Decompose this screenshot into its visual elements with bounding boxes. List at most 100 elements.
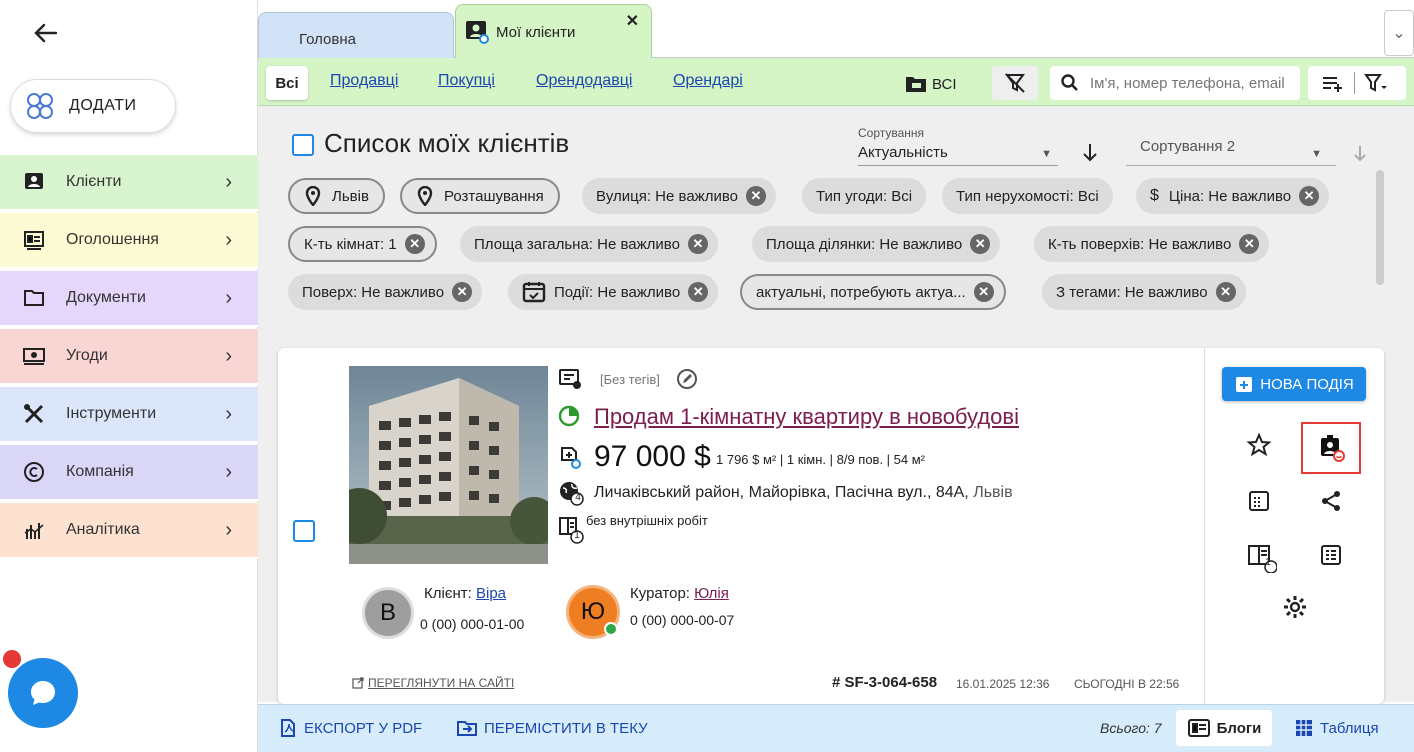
filter-chip[interactable]: Тип угоди: Всі: [802, 178, 927, 214]
chip-remove-icon[interactable]: ✕: [404, 234, 425, 254]
search-input[interactable]: Ім'я, номер телефона, email: [1050, 66, 1300, 100]
chip-remove-icon[interactable]: ✕: [970, 234, 991, 254]
filter-chip[interactable]: Поверх: Не важливо ✕: [288, 274, 483, 310]
sort2-direction-icon[interactable]: [1352, 144, 1368, 164]
globe-badge: 4: [575, 492, 581, 503]
view-blogs-button[interactable]: Блоги: [1176, 710, 1272, 746]
filter-tenants[interactable]: Орендарі: [673, 72, 743, 90]
client-card-button[interactable]: [1301, 422, 1361, 474]
filter-chip[interactable]: Вулиця: Не важливо ✕: [582, 178, 776, 214]
filter-chip-label: Площа загальна: Не важливо: [474, 235, 680, 253]
filter-chip[interactable]: актуальні, потребують актуа... ✕: [740, 274, 1006, 310]
filter-chip[interactable]: Площа загальна: Не важливо ✕: [460, 226, 718, 262]
filter-all[interactable]: Всі: [266, 66, 308, 100]
details-list-icon[interactable]: [1316, 540, 1346, 570]
chip-remove-icon[interactable]: ✕: [687, 234, 708, 254]
listing-photo[interactable]: [349, 366, 548, 564]
client-name-link[interactable]: Віра: [476, 585, 506, 602]
chevron-right-icon: ›: [225, 460, 232, 483]
client-label: Клієнт:: [424, 585, 472, 602]
listing-checkbox[interactable]: [293, 520, 315, 542]
view-blogs-label: Блоги: [1216, 719, 1262, 737]
sidebar-item-label: Угоди: [66, 347, 108, 364]
chip-remove-icon[interactable]: ✕: [1215, 282, 1236, 302]
filter-chip[interactable]: К-ть кімнат: 1 ✕: [288, 226, 437, 262]
chip-remove-icon[interactable]: ✕: [1299, 186, 1320, 206]
back-arrow-icon[interactable]: [30, 18, 60, 48]
location-pin-icon: [417, 186, 433, 206]
chip-remove-icon[interactable]: ✕: [452, 282, 473, 302]
filter-dropdown-icon[interactable]: [1361, 68, 1391, 98]
filter-chip[interactable]: $ Ціна: Не важливо ✕: [1136, 178, 1330, 214]
sort-select[interactable]: Сортування Актуальність ▼: [858, 126, 1058, 166]
filter-chip[interactable]: Події: Не важливо ✕: [508, 274, 719, 310]
filter-chip[interactable]: Площа ділянки: Не важливо ✕: [752, 226, 1001, 262]
export-pdf-button[interactable]: ЕКСПОРТ У PDF: [278, 704, 422, 752]
filter-chip-label: Поверх: Не важливо: [302, 283, 445, 301]
chip-remove-icon[interactable]: ✕: [973, 282, 994, 302]
sidebar-item-3[interactable]: Документи ›: [0, 271, 258, 327]
calculator-icon[interactable]: [1244, 486, 1274, 516]
add-button[interactable]: ДОДАТИ: [10, 79, 176, 133]
chip-remove-icon[interactable]: ✕: [1239, 234, 1260, 254]
filter-buyers[interactable]: Покупці: [438, 72, 495, 90]
client-avatar[interactable]: В: [362, 587, 414, 639]
favorite-star-icon[interactable]: [1244, 430, 1274, 460]
sort-label: Сортування: [858, 126, 925, 140]
filter-chip-label: К-ть кімнат: 1: [304, 235, 397, 253]
tab-clients[interactable]: Мої клієнти ✕: [455, 4, 652, 59]
sort-direction-icon[interactable]: [1080, 142, 1100, 164]
settings-gear-icon[interactable]: [1280, 592, 1310, 622]
chat-button[interactable]: [8, 658, 78, 728]
clear-filter-button[interactable]: [992, 66, 1038, 100]
filter-chip[interactable]: З тегами: Не важливо ✕: [1042, 274, 1246, 310]
price-icon: [558, 446, 582, 470]
scrollbar[interactable]: [1376, 170, 1384, 285]
sidebar-item-2[interactable]: Оголошення ›: [0, 213, 258, 269]
folder-icon: [22, 286, 46, 310]
listing-details: 1 796 $ м² | 1 кімн. | 8/9 пов. | 54 м²: [716, 452, 926, 467]
filter-chip[interactable]: К-ть поверхів: Не важливо ✕: [1034, 226, 1270, 262]
filter-chip[interactable]: Тип нерухомості: Всі: [942, 178, 1113, 214]
filter-chip-label: Розташування: [444, 187, 544, 205]
view-table-button[interactable]: Таблиця: [1294, 710, 1379, 746]
sidebar-item-6[interactable]: Компанія ›: [0, 445, 258, 501]
add-filter-icon[interactable]: [1318, 68, 1348, 98]
share-icon[interactable]: [1316, 486, 1346, 516]
folder-filter[interactable]: ВСІ: [904, 70, 957, 98]
filter-chip[interactable]: Львів: [288, 178, 385, 214]
new-event-button[interactable]: НОВА ПОДІЯ: [1222, 367, 1366, 401]
location-globe-icon: 4: [558, 480, 584, 506]
close-icon[interactable]: ✕: [626, 11, 639, 31]
status-clock-icon: [558, 405, 580, 427]
select-all-checkbox[interactable]: [292, 134, 314, 156]
filter-sellers[interactable]: Продавці: [330, 72, 398, 90]
filter-landlords[interactable]: Орендодавці: [536, 72, 632, 90]
sidebar-item-4[interactable]: Угоди ›: [0, 329, 258, 385]
curator-phone: 0 (00) 000-00-07: [630, 612, 735, 628]
sort2-label: Сортування 2: [1140, 138, 1236, 155]
listing-title-link[interactable]: Продам 1-кімнатну квартиру в новобудові: [594, 404, 1019, 430]
pdf-icon: [281, 719, 295, 737]
tabs-dropdown-chevron-icon[interactable]: ⌄: [1384, 10, 1414, 56]
sort2-select[interactable]: Сортування 2 ▼: [1126, 132, 1336, 166]
view-on-site-link[interactable]: ПЕРЕГЛЯНУТИ НА САЙТІ: [352, 676, 514, 690]
chip-remove-icon[interactable]: ✕: [688, 282, 709, 302]
edit-tags-icon[interactable]: [676, 368, 698, 390]
curator-name-link[interactable]: Юлія: [694, 585, 729, 602]
chevron-right-icon: ›: [225, 402, 232, 425]
filter-chip-label: Площа ділянки: Не важливо: [766, 235, 963, 253]
chip-remove-icon[interactable]: ✕: [745, 186, 766, 206]
tab-home[interactable]: Головна: [258, 12, 454, 58]
listing-price: 97 000 $: [594, 440, 711, 473]
filter-chip-label: Тип угоди: Всі: [816, 187, 913, 205]
sidebar-item-5[interactable]: Інструменти ›: [0, 387, 258, 443]
sidebar-item-1[interactable]: Клієнти ›: [0, 155, 258, 211]
filter-chip[interactable]: Розташування: [400, 178, 560, 214]
listing-id: # SF-3-064-658: [832, 674, 938, 691]
notes-book-icon[interactable]: 1: [1244, 540, 1280, 576]
sidebar-item-7[interactable]: Аналітика ›: [0, 503, 258, 559]
move-to-folder-button[interactable]: ПЕРЕМІСТИТИ В ТЕКУ: [456, 704, 648, 752]
clients-tab-icon: [464, 19, 490, 45]
tags-label: [Без тегів]: [600, 372, 660, 387]
